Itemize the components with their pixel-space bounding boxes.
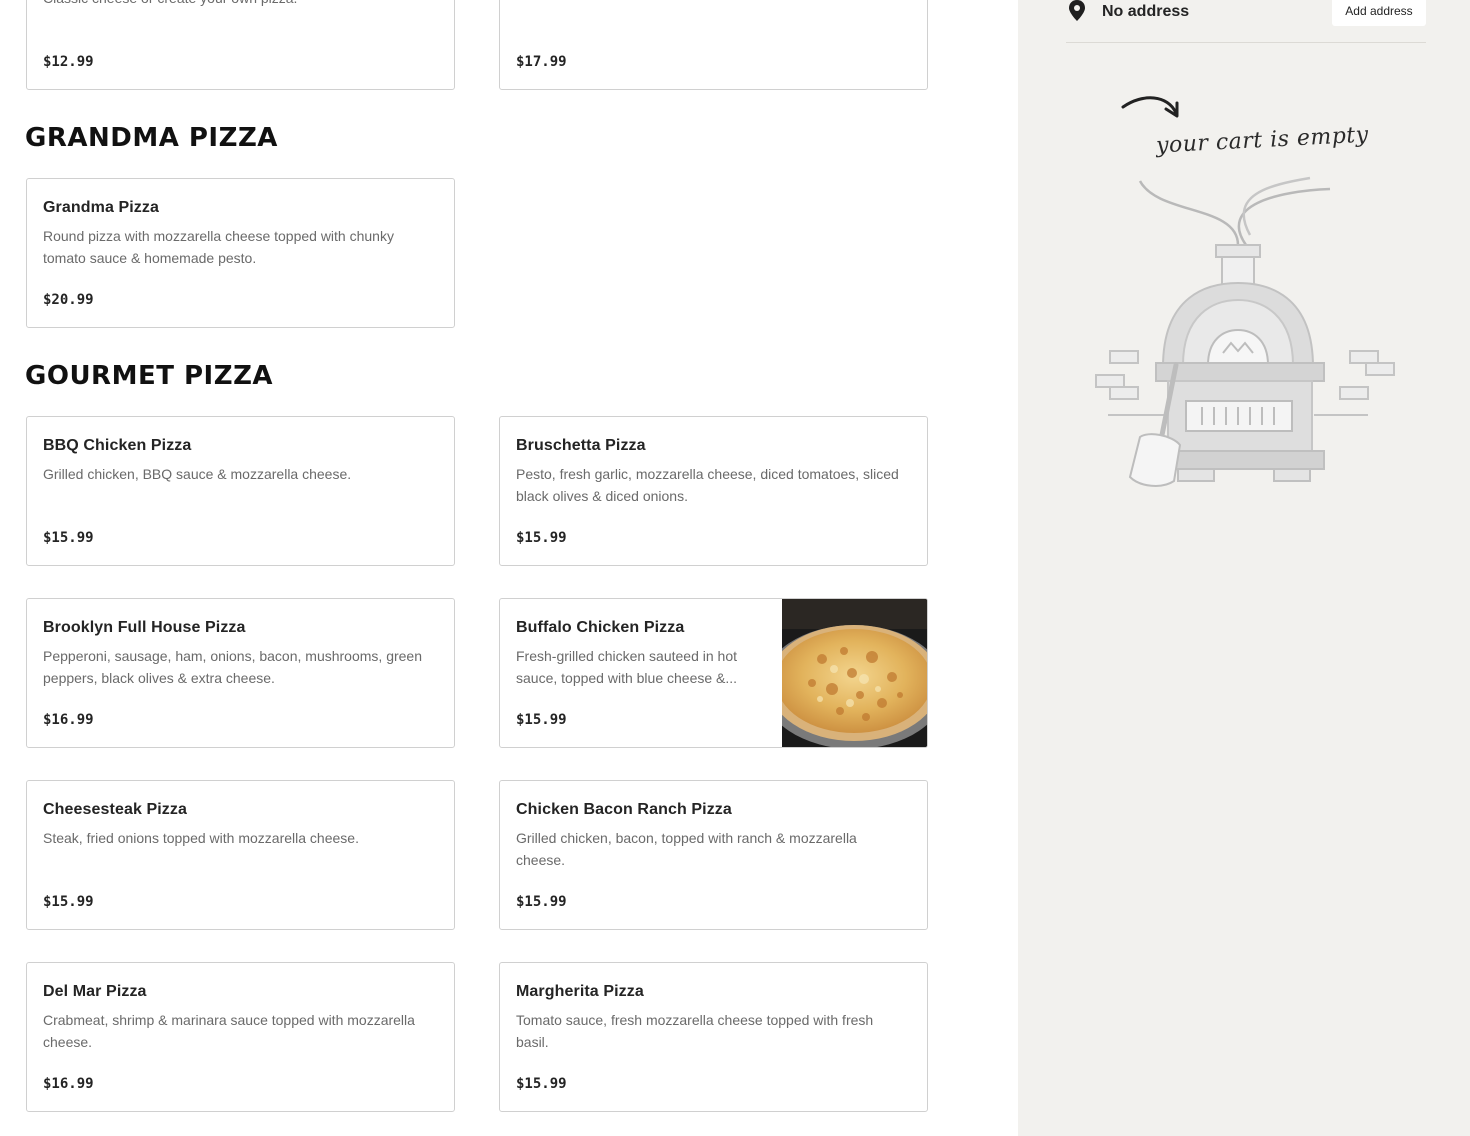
item-price: $16.99 [43, 1076, 94, 1092]
item-description: Fresh-grilled chicken sauteed in hot sau… [516, 648, 738, 686]
item-name: Cheesesteak Pizza [43, 801, 188, 818]
add-address-button[interactable]: Add address [1332, 0, 1426, 26]
item-price: $12.99 [43, 54, 94, 70]
address-text: No address [1102, 3, 1190, 20]
item-description: Pesto, fresh garlic, mozzarella cheese, … [516, 466, 899, 504]
menu-item-card[interactable]: Classic cheese or create your own pizza.… [26, 0, 455, 90]
item-price: $15.99 [516, 894, 567, 910]
item-description: Steak, fried onions topped with mozzarel… [43, 830, 359, 846]
item-description: Tomato sauce, fresh mozzarella cheese to… [516, 1012, 874, 1050]
menu-item-card[interactable]: Grandma Pizza Round pizza with mozzarell… [26, 178, 455, 328]
menu-item-card[interactable]: Buffalo Chicken Pizza Fresh-grilled chic… [499, 598, 928, 748]
item-name: Del Mar Pizza [43, 983, 147, 1000]
section-title-gourmet: GOURMET PIZZA [25, 361, 274, 391]
item-name: Bruschetta Pizza [516, 437, 646, 454]
item-name: Buffalo Chicken Pizza [516, 619, 685, 636]
pizza-oven-illustration [1095, 96, 1395, 487]
item-price: $16.99 [43, 712, 94, 728]
menu-item-card[interactable]: Cheesesteak Pizza Steak, fried onions to… [26, 780, 455, 930]
item-description: Grilled chicken, bacon, topped with ranc… [516, 830, 857, 868]
item-price: $15.99 [43, 530, 94, 546]
item-name: Grandma Pizza [43, 199, 160, 216]
item-price: $15.99 [516, 530, 567, 546]
menu-item-card[interactable]: $17.99 [499, 0, 928, 90]
menu-item-card[interactable]: Del Mar Pizza Crabmeat, shrimp & marinar… [26, 962, 455, 1112]
delivery-address-row: No address Add address [1066, 0, 1426, 43]
item-description: Round pizza with mozzarella cheese toppe… [43, 228, 394, 266]
item-price: $17.99 [516, 54, 567, 70]
item-name: Brooklyn Full House Pizza [43, 619, 246, 636]
menu-item-card[interactable]: BBQ Chicken Pizza Grilled chicken, BBQ s… [26, 416, 455, 566]
item-description: Pepperoni, sausage, ham, onions, bacon, … [43, 648, 423, 686]
menu-main: Classic cheese or create your own pizza.… [0, 0, 1018, 1136]
item-price: $15.99 [516, 1076, 567, 1092]
menu-item-card[interactable]: Margherita Pizza Tomato sauce, fresh moz… [499, 962, 928, 1112]
item-price: $20.99 [43, 292, 94, 308]
item-description: Classic cheese or create your own pizza. [43, 0, 430, 9]
item-name: Chicken Bacon Ranch Pizza [516, 801, 732, 818]
item-name: Margherita Pizza [516, 983, 644, 1000]
item-description: Grilled chicken, BBQ sauce & mozzarella … [43, 466, 352, 482]
item-name: BBQ Chicken Pizza [43, 437, 192, 454]
section-title-grandma: GRANDMA PIZZA [25, 123, 278, 153]
item-price: $15.99 [43, 894, 94, 910]
menu-item-card[interactable]: Brooklyn Full House Pizza Pepperoni, sau… [26, 598, 455, 748]
item-description: Crabmeat, shrimp & marinara sauce topped… [43, 1012, 415, 1050]
cart-sidebar: No address Add address your cart is empt… [1018, 0, 1470, 1136]
pizza-photo [782, 599, 927, 747]
location-pin-icon [1068, 0, 1086, 22]
menu-item-card[interactable]: Bruschetta Pizza Pesto, fresh garlic, mo… [499, 416, 928, 566]
menu-item-card[interactable]: Chicken Bacon Ranch Pizza Grilled chicke… [499, 780, 928, 930]
item-price: $15.99 [516, 712, 567, 728]
